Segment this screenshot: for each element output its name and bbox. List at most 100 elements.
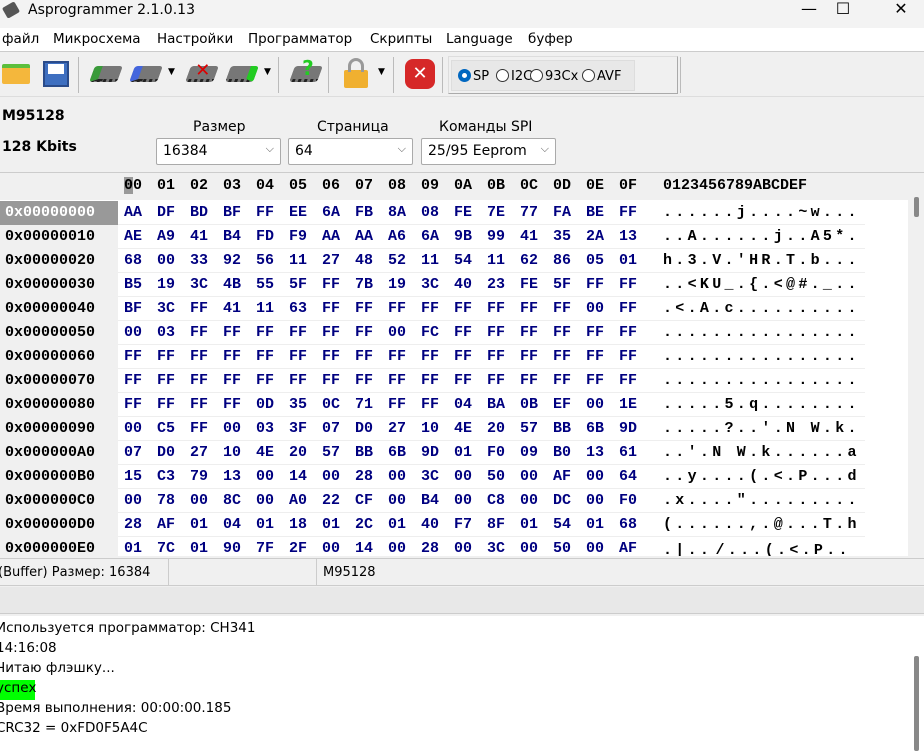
hex-byte[interactable]: 00 [124,492,142,509]
hex-byte[interactable]: 00 [388,492,406,509]
hex-byte[interactable]: 03 [157,324,175,341]
hex-byte[interactable]: 3F [289,420,307,437]
hex-byte[interactable]: FF [520,372,538,389]
hex-byte[interactable]: 92 [223,252,241,269]
hex-byte[interactable]: 7C [157,540,175,556]
hex-byte[interactable]: C3 [157,468,175,485]
save-icon[interactable] [40,58,72,90]
hex-byte[interactable]: FF [124,372,142,389]
hex-byte[interactable]: 54 [553,516,571,533]
hex-byte[interactable]: FF [322,372,340,389]
hex-byte[interactable]: 78 [157,492,175,509]
hex-byte[interactable]: 07 [124,444,142,461]
hex-byte[interactable]: 6A [421,228,439,245]
hex-byte[interactable]: 27 [322,252,340,269]
hex-byte[interactable]: FF [553,348,571,365]
hex-byte[interactable]: 41 [190,228,208,245]
hex-byte[interactable]: FF [586,372,604,389]
hex-byte[interactable]: 00 [586,492,604,509]
row-ascii[interactable]: ................ [652,369,865,393]
hex-byte[interactable]: 0C [322,396,340,413]
hex-byte[interactable]: 00 [454,492,472,509]
row-ascii[interactable]: ..'.N W.k......a [652,441,865,465]
hex-byte[interactable]: 20 [487,420,505,437]
hex-byte[interactable]: 13 [619,228,637,245]
hex-byte[interactable]: FF [355,372,373,389]
hex-byte[interactable]: FF [454,372,472,389]
hex-byte[interactable]: 48 [355,252,373,269]
hex-byte[interactable]: 7E [487,204,505,221]
hex-byte[interactable]: 63 [289,300,307,317]
hex-byte[interactable]: FF [256,324,274,341]
hex-byte[interactable]: 07 [322,420,340,437]
hex-byte[interactable]: F9 [289,228,307,245]
hex-editor[interactable]: 0123456789ABCDEF 00 01 02 03 04 05 06 07 08 09 0A 0… [0,172,924,556]
hex-byte[interactable]: 13 [223,468,241,485]
hex-byte[interactable]: D0 [157,444,175,461]
hex-byte[interactable]: 99 [487,228,505,245]
hex-byte[interactable]: 4E [454,420,472,437]
hex-byte[interactable]: 8F [487,516,505,533]
hex-byte[interactable]: 00 [190,492,208,509]
hex-byte[interactable]: 01 [190,516,208,533]
hex-byte[interactable]: 77 [520,204,538,221]
hex-byte[interactable]: FE [520,276,538,293]
hex-byte[interactable]: 4B [223,276,241,293]
lock-icon[interactable] [340,58,372,90]
hex-byte[interactable]: 13 [586,444,604,461]
hex-byte[interactable]: 01 [124,540,142,556]
hex-byte[interactable]: 33 [190,252,208,269]
hex-byte[interactable]: 10 [223,444,241,461]
hex-scrollbar[interactable] [908,173,924,556]
maximize-button[interactable]: ☐ [820,0,866,20]
hex-byte[interactable]: 23 [487,276,505,293]
hex-byte[interactable]: 22 [322,492,340,509]
hex-byte[interactable]: FF [223,348,241,365]
hex-byte[interactable]: FF [553,324,571,341]
hex-byte[interactable]: 61 [619,444,637,461]
hex-byte[interactable]: FF [454,348,472,365]
hex-byte[interactable]: 50 [487,468,505,485]
hex-byte[interactable]: FF [256,372,274,389]
hex-byte[interactable]: FF [322,324,340,341]
hex-byte[interactable]: 00 [454,468,472,485]
hex-byte[interactable]: 79 [190,468,208,485]
hex-byte[interactable]: AA [322,228,340,245]
hex-byte[interactable]: 11 [487,252,505,269]
hex-byte[interactable]: FF [322,348,340,365]
menu-language[interactable]: Language [446,31,513,47]
radio-i2c[interactable]: I2C [496,69,534,84]
hex-byte[interactable]: FF [619,372,637,389]
hex-byte[interactable]: FF [322,276,340,293]
hex-byte[interactable]: FF [619,204,637,221]
hex-byte[interactable]: 20 [289,444,307,461]
hex-byte[interactable]: 8C [223,492,241,509]
hex-byte[interactable]: FF [619,300,637,317]
hex-byte[interactable]: 15 [124,468,142,485]
hex-byte[interactable]: B4 [223,228,241,245]
hex-byte[interactable]: FF [124,396,142,413]
hex-byte[interactable]: 01 [520,516,538,533]
hex-byte[interactable]: 18 [289,516,307,533]
hex-byte[interactable]: FF [355,300,373,317]
hex-byte[interactable]: 4E [256,444,274,461]
hex-byte[interactable]: FF [256,204,274,221]
hex-byte[interactable]: 3C [421,468,439,485]
radio-93cx[interactable]: 93Cx [530,69,586,84]
hex-byte[interactable]: FF [520,348,538,365]
hex-byte[interactable]: 00 [322,468,340,485]
hex-byte[interactable]: 01 [586,516,604,533]
hex-byte[interactable]: F7 [454,516,472,533]
hex-byte[interactable]: 0D [256,396,274,413]
read-chip-icon[interactable] [89,58,123,90]
hex-byte[interactable]: 90 [223,540,241,556]
hex-byte[interactable]: EF [553,396,571,413]
hex-byte[interactable]: 00 [157,252,175,269]
close-button[interactable]: ✕ [878,0,924,20]
hex-byte[interactable]: 01 [322,516,340,533]
hex-byte[interactable]: FF [355,348,373,365]
hex-byte[interactable]: FF [355,324,373,341]
hex-byte[interactable]: AE [124,228,142,245]
hex-byte[interactable]: FF [553,372,571,389]
hex-byte[interactable]: 01 [190,540,208,556]
